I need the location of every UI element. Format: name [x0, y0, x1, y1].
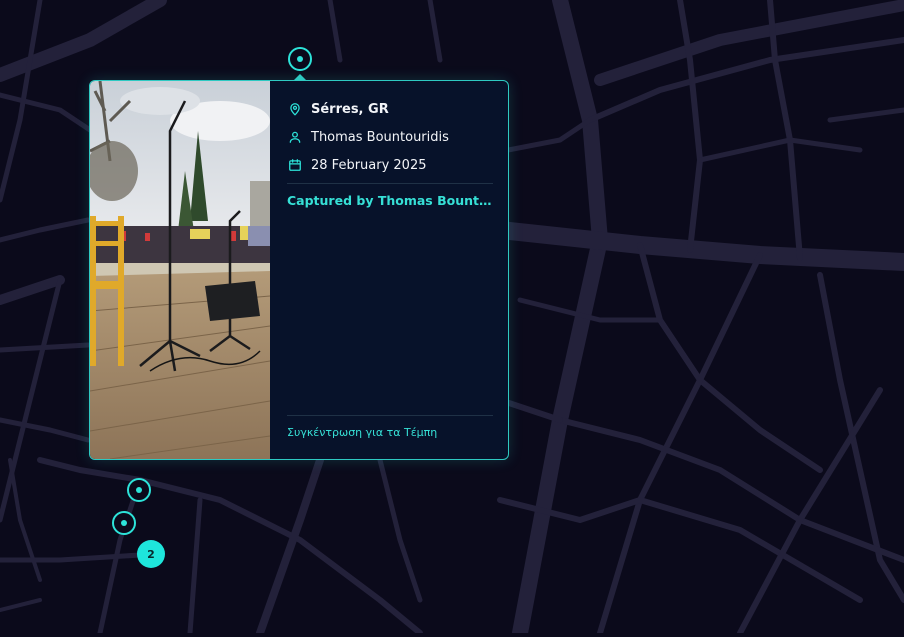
cluster-badge[interactable]: 2 [137, 540, 165, 568]
photo-marker[interactable] [112, 511, 136, 535]
cluster-count: 2 [147, 547, 155, 561]
photo-credit-link[interactable]: Captured by Thomas Bountouridis [287, 193, 493, 208]
location-text: Sérres, GR [311, 101, 389, 117]
author-name: Thomas Bountouridis [311, 129, 449, 145]
caption-divider [287, 415, 493, 416]
photo-marker[interactable] [288, 47, 312, 71]
author-row: Thomas Bountouridis [287, 123, 493, 151]
date-text: 28 February 2025 [311, 157, 427, 173]
calendar-icon [287, 157, 303, 173]
photo-caption: Συγκέντρωση για τα Τέμπη [287, 426, 438, 439]
date-row: 28 February 2025 [287, 151, 493, 179]
photo-details: Sérres, GR Thomas Bountouridis 28 Februa… [287, 95, 493, 445]
map-pin-icon [287, 101, 303, 117]
user-icon [287, 129, 303, 145]
details-divider [287, 183, 493, 184]
photo-popup: Sérres, GR Thomas Bountouridis 28 Februa… [89, 74, 509, 460]
photo-thumbnail[interactable] [90, 81, 270, 459]
location-row: Sérres, GR [287, 95, 493, 123]
map-canvas[interactable]: 2 Sérres, GR Thomas Bountouridis 28 Febr… [0, 0, 904, 637]
popup-pointer [293, 74, 307, 81]
photo-marker[interactable] [127, 478, 151, 502]
